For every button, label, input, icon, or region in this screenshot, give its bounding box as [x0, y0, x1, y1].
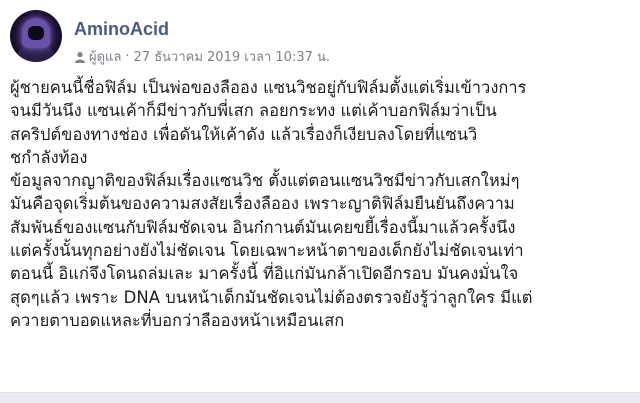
post-text-line: สคริปต์ของทางช่อง เพื่อดันให้เค้าดัง แล้…	[10, 124, 478, 144]
post-text: ผู้ชายคนนี้ชื่อฟิล์ม เป็นพ่อของลืออง แซน…	[10, 76, 630, 332]
post-text-line: ข้อมูลจากญาติของฟิล์มเรื่องแซนวิช ตั้งแต…	[10, 171, 520, 191]
person-icon	[74, 51, 86, 63]
post-text-line: แต่ครั้งนั้นทุกอย่างยังไม่ชัดเจน โดยเฉพา…	[10, 241, 524, 261]
meta-separator: ·	[125, 49, 130, 64]
post-timestamp[interactable]: 27 ธันวาคม 2019 เวลา 10:37 น.	[134, 46, 330, 67]
avatar-face-shape	[28, 26, 44, 40]
post-text-line: จนมีวันนึง แซนเค้าก็มีข่าวกับพี่เสก ลอยก…	[10, 101, 497, 121]
avatar[interactable]	[10, 10, 62, 62]
post-card: AminoAcid ผู้ดูแล · 27 ธันวาคม 2019 เวลา…	[0, 0, 640, 403]
post-text-line: ชกำลังท้อง	[10, 147, 88, 167]
post-text-line: ผู้ชายคนนี้ชื่อฟิล์ม เป็นพ่อของลืออง แซน…	[10, 78, 527, 97]
post-text-line: สัมพันธ์ของแซนกับฟิล์มชัดเจน อินก๋กานต์ม…	[10, 217, 516, 237]
post-meta: ผู้ดูแล · 27 ธันวาคม 2019 เวลา 10:37 น.	[74, 46, 330, 67]
post-text-line: มันคือจุดเริ่มต้นของความสงสัยเรื่องลืออง…	[10, 194, 515, 214]
post-bottom-divider	[0, 392, 640, 403]
author-role: ผู้ดูแล	[89, 50, 122, 65]
author-name[interactable]: AminoAcid	[74, 19, 169, 40]
post-text-line: ควายตาบอดแหละที่บอกว่าลือองหน้าเหมือนเสก	[10, 310, 345, 330]
post-text-line: ตอนนี้ อิแก่จึงโดนถล่มเละ มาครั้งนี้ ที่…	[10, 264, 519, 284]
post-text-line: สุดๆแล้ว เพราะ DNA บนหน้าเด็กมันชัดเจนไม…	[10, 287, 533, 307]
